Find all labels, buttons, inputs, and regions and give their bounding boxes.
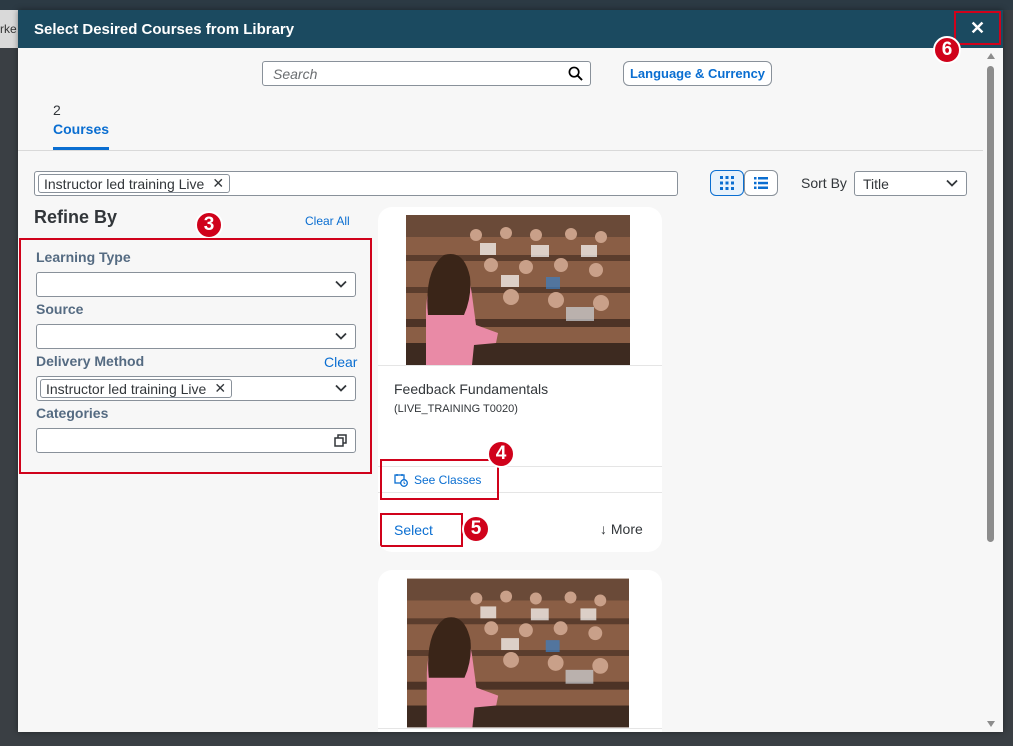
select-label: Select <box>394 522 433 538</box>
learning-type-label: Learning Type <box>36 249 131 265</box>
tab-label: Courses <box>53 121 110 137</box>
more-button[interactable]: ↓ More <box>600 521 643 537</box>
value-help-icon[interactable] <box>334 434 347 447</box>
chevron-down-icon <box>335 384 347 392</box>
course-card <box>378 570 662 732</box>
filter-token: Instructor led training Live ✕ <box>38 174 231 193</box>
chevron-down-icon <box>335 280 347 288</box>
delivery-method-select[interactable]: Instructor led training Live ✕ <box>36 376 356 401</box>
underlying-page-bar <box>0 0 1013 10</box>
refine-filters-panel: Learning Type Source Delivery Method Cle… <box>19 238 372 474</box>
source-label: Source <box>36 301 84 317</box>
select-course-button[interactable]: Select <box>380 513 463 547</box>
learning-type-select[interactable] <box>36 272 356 297</box>
search-field[interactable] <box>262 61 591 86</box>
callout-5: 5 <box>462 515 490 543</box>
course-thumbnail-image <box>407 578 629 728</box>
delivery-method-label: Delivery Method <box>36 353 145 369</box>
course-card: Feedback Fundamentals (LIVE_TRAINING T00… <box>378 207 662 552</box>
course-library-dialog: Select Desired Courses from Library ✕ La… <box>18 10 1003 732</box>
scrollbar[interactable] <box>985 50 997 732</box>
tab-count: 2 <box>53 102 61 118</box>
see-classes-button[interactable]: See Classes <box>380 459 499 500</box>
delivery-method-clear-link[interactable]: Clear <box>324 354 357 370</box>
chevron-down-icon <box>946 179 958 187</box>
filter-token-label: Instructor led training Live <box>44 175 205 192</box>
sort-value: Title <box>863 176 889 192</box>
remove-token-icon[interactable]: ✕ <box>214 380 226 397</box>
language-currency-button[interactable]: Language & Currency <box>623 61 772 86</box>
card-divider <box>378 728 662 729</box>
underlying-page-text: rke <box>0 22 17 36</box>
chevron-down-icon <box>335 332 347 340</box>
tab-courses[interactable]: 2 Courses <box>53 102 109 150</box>
active-filter-bar[interactable]: Instructor led training Live ✕ <box>34 171 678 196</box>
calendar-clock-icon <box>394 473 408 487</box>
dialog-title: Select Desired Courses from Library <box>34 21 295 38</box>
sort-by-label: Sort By <box>801 175 847 191</box>
delivery-method-token: Instructor led training Live ✕ <box>40 379 233 398</box>
refine-by-title: Refine By <box>34 207 118 227</box>
scroll-thumb[interactable] <box>987 66 994 542</box>
card-divider <box>378 365 662 366</box>
callout-4: 4 <box>487 440 515 468</box>
dialog-header: Select Desired Courses from Library ✕ <box>18 10 1003 48</box>
grid-view-button[interactable] <box>710 170 744 196</box>
course-code: (LIVE_TRAINING T0020) <box>394 403 518 415</box>
clear-all-link[interactable]: Clear All <box>305 214 350 228</box>
close-button[interactable]: ✕ <box>954 11 1001 45</box>
close-icon: ✕ <box>969 17 986 38</box>
scroll-down-icon[interactable] <box>986 720 996 728</box>
underlying-page-tab: rke <box>0 10 20 48</box>
search-input[interactable] <box>263 62 553 85</box>
categories-label: Categories <box>36 405 109 421</box>
source-select[interactable] <box>36 324 356 349</box>
delivery-method-token-label: Instructor led training Live <box>46 380 207 397</box>
grid-icon <box>720 176 734 190</box>
course-thumbnail-image <box>406 215 630 365</box>
list-icon <box>754 177 768 189</box>
categories-select[interactable] <box>36 428 356 453</box>
callout-6: 6 <box>933 36 961 64</box>
scroll-up-icon[interactable] <box>986 52 996 60</box>
tab-divider <box>18 150 983 151</box>
search-icon[interactable] <box>568 66 583 81</box>
callout-3: 3 <box>195 211 223 239</box>
list-view-button[interactable] <box>744 170 778 196</box>
see-classes-label: See Classes <box>414 472 482 487</box>
sort-select[interactable]: Title <box>854 171 967 196</box>
course-title[interactable]: Feedback Fundamentals <box>394 381 548 397</box>
remove-token-icon[interactable]: ✕ <box>212 175 224 192</box>
